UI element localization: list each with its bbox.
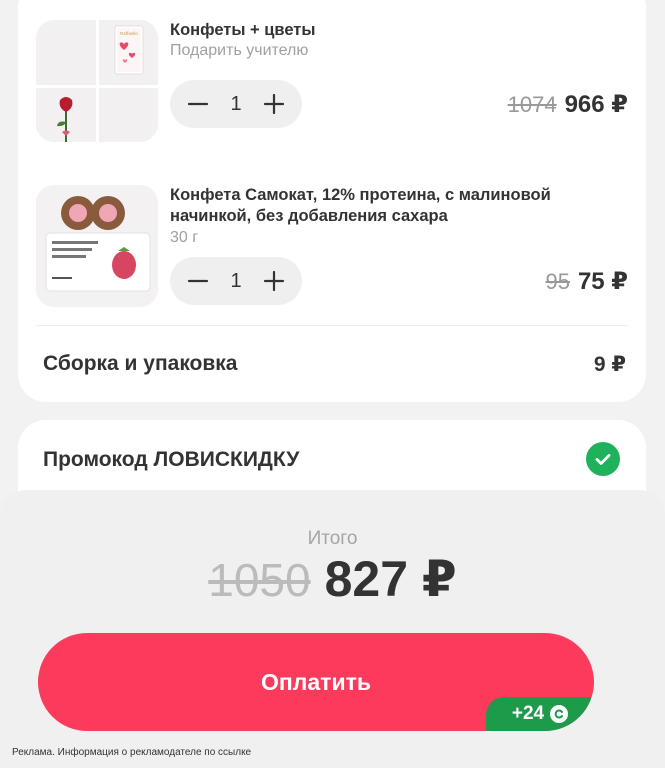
item-subtitle: 30 г bbox=[170, 229, 199, 246]
minus-icon bbox=[187, 279, 209, 283]
old-price: 95 bbox=[545, 269, 570, 294]
assembly-price: 9 ₽ bbox=[593, 353, 626, 376]
protein-candy-image bbox=[36, 185, 158, 307]
decrease-button[interactable] bbox=[184, 267, 212, 295]
total-price: 1050 827 ₽ bbox=[0, 550, 665, 608]
divider bbox=[36, 325, 628, 326]
total-old-price: 1050 bbox=[208, 554, 311, 606]
item-price: 1074 966 ₽ bbox=[508, 90, 628, 119]
item-price: 95 75 ₽ bbox=[545, 267, 628, 296]
bonus-coin-icon bbox=[550, 705, 569, 723]
plus-icon bbox=[263, 93, 285, 115]
pay-button-label: Оплатить bbox=[261, 669, 371, 695]
cart-item: Конфета Самокат, 12% протеина, с малинов… bbox=[36, 185, 628, 325]
increase-button[interactable] bbox=[260, 90, 288, 118]
product-image[interactable] bbox=[36, 185, 158, 307]
quantity-value: 1 bbox=[230, 92, 242, 115]
minus-icon bbox=[187, 102, 209, 106]
raffaello-box-image: Raffaello bbox=[114, 25, 144, 75]
decrease-button[interactable] bbox=[184, 90, 212, 118]
plus-icon bbox=[263, 270, 285, 292]
product-image[interactable]: Raffaello bbox=[36, 20, 158, 142]
total-label: Итого bbox=[307, 528, 358, 549]
quantity-value: 1 bbox=[230, 269, 242, 292]
quantity-stepper: 1 bbox=[170, 257, 302, 305]
quantity-stepper: 1 bbox=[170, 80, 302, 128]
item-title: Конфеты + цветы bbox=[170, 21, 316, 39]
old-price: 1074 bbox=[507, 92, 557, 117]
bonus-badge: +24 bbox=[486, 697, 594, 731]
item-subtitle: Подарить учителю bbox=[170, 42, 309, 59]
cart-item: Raffaello Конфеты + цветы Подарить учите… bbox=[36, 20, 628, 160]
item-title: Конфета Самокат, 12% протеина, с малинов… bbox=[170, 186, 551, 225]
cart-card: Raffaello Конфеты + цветы Подарить учите… bbox=[18, 0, 646, 402]
ad-disclaimer[interactable]: Реклама. Информация о рекламодателе по с… bbox=[12, 747, 251, 758]
increase-button[interactable] bbox=[260, 267, 288, 295]
total-new-price: 827 ₽ bbox=[324, 551, 457, 607]
check-circle-icon bbox=[586, 442, 620, 476]
new-price: 966 ₽ bbox=[564, 91, 628, 118]
thumb-brand-label: Raffaello bbox=[120, 31, 138, 36]
assembly-label: Сборка и упаковка bbox=[43, 352, 238, 375]
new-price: 75 ₽ bbox=[577, 268, 628, 295]
bonus-amount: +24 bbox=[511, 703, 545, 724]
promo-code-label: Промокод ЛОВИСКИДКУ bbox=[43, 448, 300, 471]
pay-button[interactable]: Оплатить +24 bbox=[38, 633, 594, 731]
checkout-panel: Итого 1050 827 ₽ Оплатить +24 Реклама. И… bbox=[0, 490, 665, 768]
rose-image bbox=[57, 97, 73, 142]
